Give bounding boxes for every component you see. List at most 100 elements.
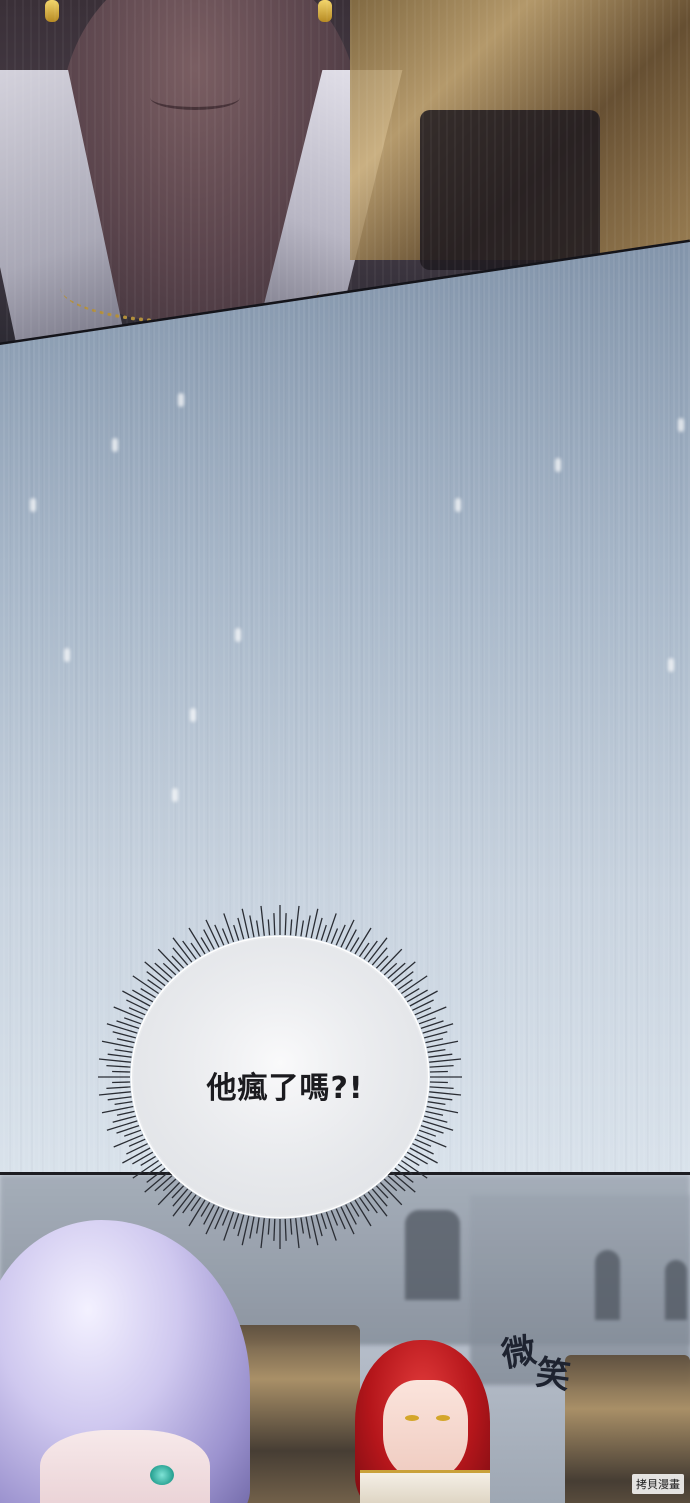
burst-ray [223,1211,235,1241]
burst-ray [426,1040,459,1049]
burst-ray [371,1188,388,1207]
burst-ray [172,947,189,966]
burst-ray [320,924,327,941]
burst-ray [422,1120,454,1131]
burst-ray [106,1064,131,1068]
burst-ray [418,1017,437,1025]
burst-ray [425,1038,444,1044]
burst-ray [255,1217,260,1234]
burst-ray [112,1070,131,1073]
burst-ray [241,1215,250,1246]
burst-ray [363,940,378,960]
burst-ray [427,1048,446,1053]
burst-ray [330,1210,339,1226]
red-haired-character-coat [360,1470,490,1503]
sfx-char-1: 微 [498,1330,540,1376]
burst-ray [132,1151,154,1165]
burst-ray [123,1129,142,1137]
burst-ray [249,915,255,938]
burst-ray [305,915,311,938]
burst-ray [123,1017,142,1025]
burst-ray [406,989,428,1003]
burst-ray [233,924,240,941]
building-window [595,1250,620,1320]
burst-ray [340,1206,355,1235]
burst-ray [106,1086,131,1090]
burst-ray [223,913,235,943]
burst-ray [154,962,173,979]
burst-ray [387,1175,406,1192]
burst-ray [428,1096,453,1101]
burst-ray [273,1218,276,1241]
sparkle [112,438,118,452]
sparkle [678,418,684,432]
sparkle [235,628,241,642]
burst-ray [406,1151,428,1165]
sfx-char-2: 笑 [533,1352,573,1398]
burst-ray [267,919,271,936]
burst-ray [424,1031,448,1039]
burst-ray [412,999,434,1011]
burst-ray [340,919,355,948]
burst-ray [107,1053,132,1058]
burst-ray [260,1218,265,1249]
burst-ray [106,1120,138,1131]
red-haired-character-eye-left [405,1415,419,1421]
burst-ray [387,962,406,979]
burst-ray [182,1194,197,1214]
burst-ray [267,1218,271,1235]
sparkle [190,708,196,722]
sparkle [64,648,70,662]
burst-ray [325,913,337,943]
sparkle [668,658,674,672]
burst-ray [325,1211,337,1241]
burst-ray [126,999,148,1011]
burst-ray [116,1110,135,1116]
burst-ray [300,1217,305,1234]
burst-ray [371,947,388,966]
burst-ray [426,1105,459,1114]
burst-ray [260,905,265,936]
burst-ray [237,1214,245,1237]
burst-ray [114,1048,133,1053]
burst-ray [428,1053,453,1058]
burst-ray [416,1006,447,1020]
burst-ray [101,1105,134,1114]
burst-ray [320,1213,327,1230]
sparkle [30,498,36,512]
sound-effect-text: 微 笑 [498,1330,588,1412]
burst-ray [412,1143,434,1155]
burst-ray [132,989,154,1003]
burst-ray [113,1006,144,1020]
burst-ray [172,1188,189,1207]
burst-ray [98,1091,131,1096]
burst-ray [394,1167,414,1183]
burst-ray [112,1031,136,1039]
burst-ray [394,971,414,987]
burst-ray [289,919,293,936]
burst-ray [221,928,230,944]
burst-ray [241,908,250,939]
burst-ray [424,1115,448,1123]
burst-ray [363,1194,378,1214]
burst-ray [330,928,339,944]
burst-ray [255,920,260,937]
burst-ray [273,913,276,936]
burst-ray [249,1216,255,1239]
burst-ray [98,1058,131,1063]
burst-ray [315,1214,323,1237]
watermark-label: 拷貝漫畫 [632,1474,684,1494]
burst-ray [300,920,305,937]
burst-ray [418,1129,437,1137]
speech-text: 他瘋了嗎?! [206,1071,364,1106]
burst-ray [429,1058,462,1063]
sparkle [172,788,178,802]
burst-ray [205,919,220,948]
burst-ray [205,1206,220,1235]
burst-ray [106,1023,138,1034]
burst-ray [154,1175,173,1192]
burst-ray [114,1101,133,1106]
burst-ray [305,1216,311,1239]
burst-ray [284,1218,287,1241]
burst-ray [295,905,300,936]
